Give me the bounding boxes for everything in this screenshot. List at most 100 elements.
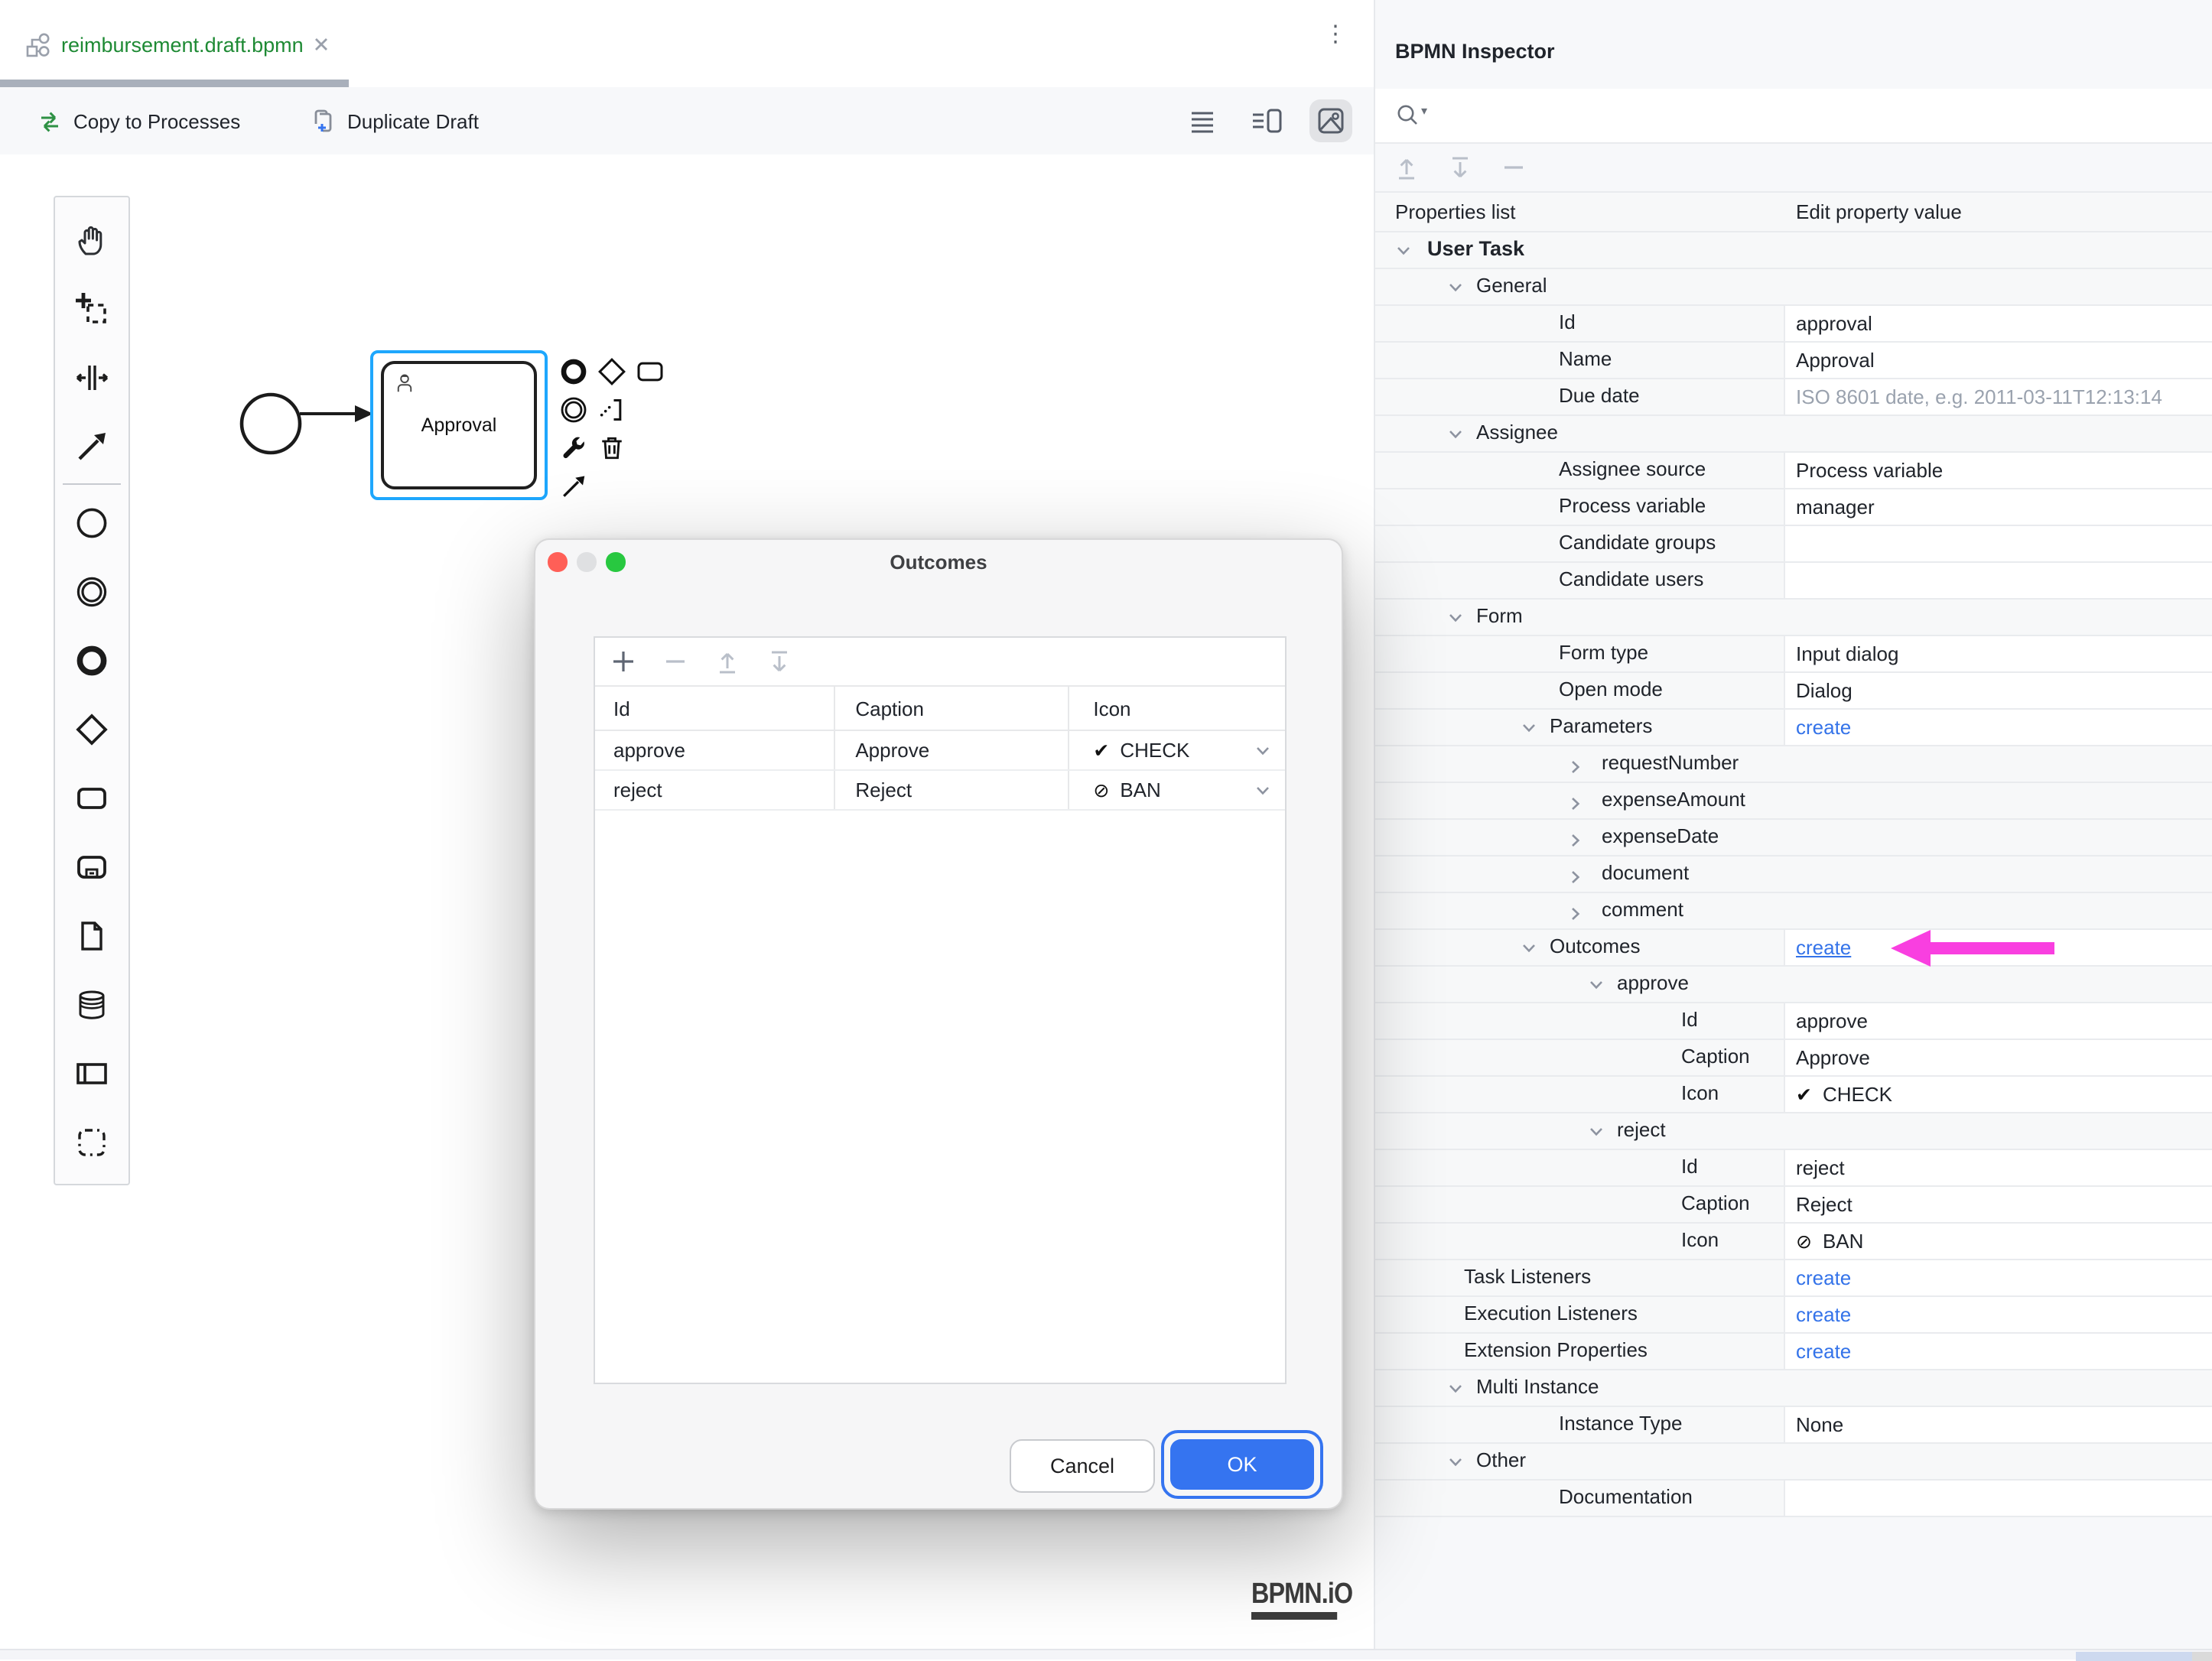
outcome-caption-cell[interactable]: Approve [835,731,1069,769]
add-row-icon[interactable] [612,650,635,673]
inspector-row-form-type[interactable]: Form type Input dialog [1375,636,2212,673]
column-header-icon[interactable]: Icon [1069,687,1285,730]
inspector-row-documentation[interactable]: Documentation [1375,1481,2212,1517]
property-value-cell[interactable]: None [1784,1407,2212,1442]
remove-property-icon[interactable] [1502,156,1525,179]
inspector-row-task-listeners[interactable]: Task Listeners create [1375,1260,2212,1297]
inspector-row-expenseamount[interactable]: expenseAmount [1375,783,2212,820]
inspector-row-document[interactable]: document [1375,857,2212,893]
property-value-cell[interactable]: Approve [1784,1040,2212,1075]
copy-to-processes-button[interactable]: Copy to Processes [37,87,240,154]
canvas-view-icon[interactable] [1309,99,1352,142]
subprocess-icon[interactable] [57,832,127,901]
inspector-row-icon[interactable]: Icon ✔ CHECK [1375,1077,2212,1113]
inspector-row-name[interactable]: Name Approval [1375,343,2212,379]
inspector-row-instance-type[interactable]: Instance Type None [1375,1407,2212,1444]
pad-end-event-icon[interactable] [557,355,590,388]
inspector-row-form[interactable]: Form [1375,600,2212,636]
property-value-cell[interactable]: approval [1784,306,2212,341]
create-link[interactable]: create [1796,1334,1851,1368]
pad-task-icon[interactable] [633,355,667,388]
chevron-down-icon[interactable] [1589,980,1603,989]
inspector-row-id[interactable]: Id approval [1375,306,2212,343]
pad-gateway-icon[interactable] [595,355,629,388]
inspector-row-icon[interactable]: Icon ⊘ BAN [1375,1224,2212,1260]
pad-intermediate-event-icon[interactable] [557,393,590,427]
property-value-cell[interactable]: ⊘ BAN [1784,1224,2212,1259]
inspector-row-outcomes[interactable]: Outcomes create [1375,929,2212,967]
property-value-cell[interactable]: Input dialog [1784,636,2212,671]
chevron-right-icon[interactable] [1571,796,1580,810]
outcome-icon-cell[interactable]: ✔ CHECK [1069,731,1285,769]
property-value-cell[interactable] [1784,563,2212,598]
inspector-row-multi-instance[interactable]: Multi Instance [1375,1370,2212,1407]
tab-reimbursement-draft-bpmn[interactable]: reimbursement.draft.bpmn [24,21,330,67]
property-value-cell[interactable]: reject [1784,1150,2212,1185]
chevron-down-icon[interactable] [1522,723,1536,732]
property-value-cell[interactable]: approve [1784,1003,2212,1039]
inspector-row-expensedate[interactable]: expenseDate [1375,820,2212,857]
split-view-icon[interactable] [1245,99,1288,142]
ok-button[interactable]: OK [1170,1439,1314,1490]
property-value-cell[interactable]: Reject [1784,1187,2212,1222]
data-object-icon[interactable] [57,901,127,970]
expand-icon[interactable] [1395,155,1418,180]
create-link[interactable]: create [1796,710,1851,744]
inspector-row-caption[interactable]: Caption Reject [1375,1187,2212,1224]
outcome-caption-cell[interactable]: Reject [835,771,1069,809]
end-event-icon[interactable] [57,626,127,694]
participant-icon[interactable] [57,1039,127,1107]
bpmn-io-logo[interactable]: BPMN.iO [1251,1580,1353,1619]
inspector-row-execution-listeners[interactable]: Execution Listeners create [1375,1297,2212,1334]
property-value-cell[interactable]: create [1784,1334,2212,1369]
chevron-right-icon[interactable] [1571,906,1580,920]
data-store-icon[interactable] [57,970,127,1039]
inspector-row-general[interactable]: General [1375,269,2212,306]
inspector-row-assignee-source[interactable]: Assignee source Process variable [1375,453,2212,489]
inspector-row-requestnumber[interactable]: requestNumber [1375,746,2212,783]
start-event-icon[interactable] [57,488,127,557]
collapse-icon[interactable] [1449,155,1472,180]
remove-row-icon[interactable] [664,650,687,673]
intermediate-event-icon[interactable] [57,557,127,626]
list-view-icon[interactable] [1181,99,1224,142]
pad-trash-icon[interactable] [595,431,629,465]
inspector-row-assignee[interactable]: Assignee [1375,416,2212,453]
chevron-down-icon[interactable] [1449,1457,1462,1466]
sequence-flow-connector[interactable] [300,402,373,425]
inspector-row-user-task[interactable]: User Task [1375,232,2212,269]
chevron-down-icon[interactable] [1449,613,1462,622]
chevron-down-icon[interactable] [1522,943,1536,952]
group-icon[interactable] [57,1107,127,1176]
move-down-icon[interactable] [768,649,791,674]
search-options-caret-icon[interactable]: ▾ [1421,104,1427,118]
user-task-approval[interactable]: Approval [381,361,537,489]
chevron-right-icon[interactable] [1571,759,1580,773]
inspector-row-id[interactable]: Id reject [1375,1150,2212,1187]
outcome-row-approve[interactable]: approve Approve ✔ CHECK [595,731,1285,771]
inspector-row-parameters[interactable]: Parameters create [1375,710,2212,746]
property-value-cell[interactable]: ✔ CHECK [1784,1077,2212,1112]
property-value-cell[interactable]: create [1784,1260,2212,1295]
create-link[interactable]: create [1796,931,1851,964]
inspector-search[interactable]: ▾ [1375,89,2212,144]
property-value-cell[interactable]: manager [1784,489,2212,525]
close-icon[interactable] [314,37,330,52]
pad-connect-icon[interactable] [557,470,590,503]
property-value-cell[interactable]: Process variable [1784,453,2212,488]
task-icon[interactable] [57,763,127,832]
chevron-down-icon[interactable] [1449,282,1462,291]
outcome-id-cell[interactable]: reject [595,771,836,809]
gateway-icon[interactable] [57,694,127,763]
inspector-row-candidate-groups[interactable]: Candidate groups [1375,526,2212,563]
duplicate-draft-button[interactable]: Duplicate Draft [311,87,479,154]
inspector-row-approve[interactable]: approve [1375,967,2212,1003]
chevron-down-icon[interactable] [1449,429,1462,438]
pad-wrench-icon[interactable] [557,431,590,465]
inspector-row-id[interactable]: Id approve [1375,1003,2212,1040]
chevron-right-icon[interactable] [1571,870,1580,883]
column-header-id[interactable]: Id [595,687,836,730]
inspector-row-reject[interactable]: reject [1375,1113,2212,1150]
property-value-cell[interactable]: create [1784,710,2212,745]
chevron-down-icon[interactable] [1397,245,1410,255]
